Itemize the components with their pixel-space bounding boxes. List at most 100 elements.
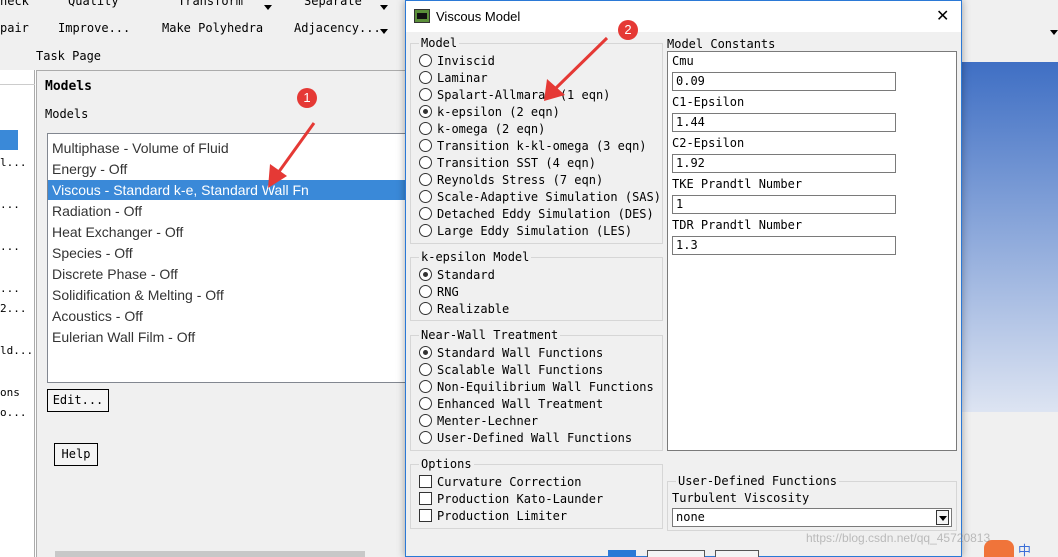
task-page-panel: Models Models Multiphase - Volume of Flu… (36, 70, 420, 557)
constant-input[interactable]: 1 (672, 195, 896, 214)
radio-option[interactable]: Menter-Lechner (419, 413, 538, 430)
chevron-down-icon[interactable] (380, 5, 388, 10)
radio-option[interactable]: User-Defined Wall Functions (419, 430, 632, 447)
radio-button-icon[interactable] (419, 105, 432, 118)
checkbox-icon[interactable] (419, 509, 432, 522)
model-list-item[interactable]: Species - Off (48, 243, 420, 263)
model-list-item[interactable]: Discrete Phase - Off (48, 264, 420, 284)
radio-label: Laminar (437, 71, 488, 85)
radio-option[interactable]: Inviscid (419, 53, 495, 70)
models-list[interactable]: Multiphase - Volume of Fluid Energy - Off… (47, 133, 420, 383)
radio-button-icon[interactable] (419, 380, 432, 393)
radio-button-icon[interactable] (419, 431, 432, 444)
cancel-button[interactable] (647, 550, 705, 557)
ok-button[interactable] (608, 550, 636, 557)
ribbon-item-improve[interactable]: Improve... (58, 21, 130, 35)
tree-item[interactable]: ... (0, 198, 20, 211)
radio-button-icon[interactable] (419, 302, 432, 315)
radio-option[interactable]: RNG (419, 284, 459, 301)
tree-selection[interactable] (0, 130, 18, 150)
tree-item[interactable]: ... (0, 240, 20, 253)
chevron-down-icon[interactable] (1050, 30, 1058, 35)
tree-item[interactable]: ons (0, 386, 20, 399)
horizontal-scrollbar[interactable] (55, 551, 365, 557)
tree-item[interactable]: o... (0, 406, 27, 419)
chevron-down-icon[interactable] (380, 29, 388, 34)
ribbon-item-check[interactable]: neck (0, 0, 29, 8)
radio-button-icon[interactable] (419, 173, 432, 186)
tree-item[interactable]: ... (0, 282, 20, 295)
radio-button-icon[interactable] (419, 363, 432, 376)
ribbon-item-quality[interactable]: Quality (68, 0, 119, 8)
radio-option[interactable]: Reynolds Stress (7 eqn) (419, 172, 603, 189)
edit-button[interactable]: Edit... (47, 389, 109, 412)
radio-option[interactable]: Standard (419, 267, 495, 284)
model-list-item[interactable]: Energy - Off (48, 159, 420, 179)
ribbon-item-separate[interactable]: Separate (304, 0, 362, 8)
radio-label: Spalart-Allmaras (1 eqn) (437, 88, 611, 102)
constant-input[interactable]: 1.92 (672, 154, 896, 173)
turbulent-viscosity-select[interactable]: none (672, 508, 952, 527)
radio-option[interactable]: k-omega (2 eqn) (419, 121, 545, 138)
model-list-item[interactable]: Viscous - Standard k-e, Standard Wall Fn (48, 180, 420, 200)
tree-item[interactable]: l... (0, 156, 27, 169)
radio-option[interactable]: Realizable (419, 301, 509, 318)
radio-button-icon[interactable] (419, 122, 432, 135)
app-icon (414, 9, 430, 23)
radio-option[interactable]: Scalable Wall Functions (419, 362, 603, 379)
annotation-badge-1: 1 (297, 88, 317, 108)
model-list-item[interactable]: Acoustics - Off (48, 306, 420, 326)
radio-label: Standard (437, 268, 495, 282)
radio-button-icon[interactable] (419, 268, 432, 281)
radio-option[interactable]: Spalart-Allmaras (1 eqn) (419, 87, 610, 104)
chevron-down-icon[interactable] (264, 5, 272, 10)
radio-option[interactable]: Transition k-kl-omega (3 eqn) (419, 138, 647, 155)
model-list-item[interactable]: Radiation - Off (48, 201, 420, 221)
checkbox-option[interactable]: Production Limiter (419, 508, 567, 525)
model-list-item[interactable]: Solidification & Melting - Off (48, 285, 420, 305)
checkbox-icon[interactable] (419, 475, 432, 488)
checkbox-option[interactable]: Production Kato-Launder (419, 491, 603, 508)
constant-input[interactable]: 1.44 (672, 113, 896, 132)
radio-button-icon[interactable] (419, 190, 432, 203)
ribbon-item-adjacency[interactable]: Adjacency... (294, 21, 381, 35)
radio-option[interactable]: Enhanced Wall Treatment (419, 396, 603, 413)
model-list-item[interactable]: Eulerian Wall Film - Off (48, 327, 420, 347)
radio-button-icon[interactable] (419, 71, 432, 84)
checkbox-icon[interactable] (419, 492, 432, 505)
radio-button-icon[interactable] (419, 54, 432, 67)
help-button[interactable] (715, 550, 759, 557)
ribbon-item-transform[interactable]: Transform (178, 0, 243, 8)
radio-option[interactable]: Standard Wall Functions (419, 345, 603, 362)
radio-button-icon[interactable] (419, 414, 432, 427)
model-list-item[interactable]: Heat Exchanger - Off (48, 222, 420, 242)
radio-option[interactable]: Laminar (419, 70, 488, 87)
radio-option[interactable]: Scale-Adaptive Simulation (SAS) (419, 189, 661, 206)
radio-button-icon[interactable] (419, 156, 432, 169)
chevron-down-icon[interactable] (936, 510, 949, 525)
radio-button-icon[interactable] (419, 207, 432, 220)
radio-option[interactable]: Large Eddy Simulation (LES) (419, 223, 632, 240)
model-list-item[interactable]: Multiphase - Volume of Fluid (48, 138, 420, 158)
radio-button-icon[interactable] (419, 139, 432, 152)
radio-button-icon[interactable] (419, 285, 432, 298)
checkbox-option[interactable]: Curvature Correction (419, 474, 582, 491)
help-button[interactable]: Help (54, 443, 98, 466)
radio-option[interactable]: Non-Equilibrium Wall Functions (419, 379, 654, 396)
radio-option[interactable]: k-epsilon (2 eqn) (419, 104, 560, 121)
constant-label: C2-Epsilon (672, 136, 745, 150)
radio-button-icon[interactable] (419, 88, 432, 101)
ribbon-item-make-polyhedra[interactable]: Make Polyhedra (162, 21, 263, 35)
radio-option[interactable]: Transition SST (4 eqn) (419, 155, 596, 172)
constant-input[interactable]: 0.09 (672, 72, 896, 91)
watermark: https://blog.csdn.net/qq_45720813 (806, 531, 991, 545)
ribbon-item-repair[interactable]: pair (0, 21, 29, 35)
tree-item[interactable]: ld... (0, 344, 33, 357)
radio-button-icon[interactable] (419, 346, 432, 359)
close-icon[interactable]: ✕ (936, 6, 949, 26)
radio-button-icon[interactable] (419, 397, 432, 410)
radio-option[interactable]: Detached Eddy Simulation (DES) (419, 206, 654, 223)
radio-button-icon[interactable] (419, 224, 432, 237)
constant-input[interactable]: 1.3 (672, 236, 896, 255)
tree-item[interactable]: 2... (0, 302, 27, 315)
